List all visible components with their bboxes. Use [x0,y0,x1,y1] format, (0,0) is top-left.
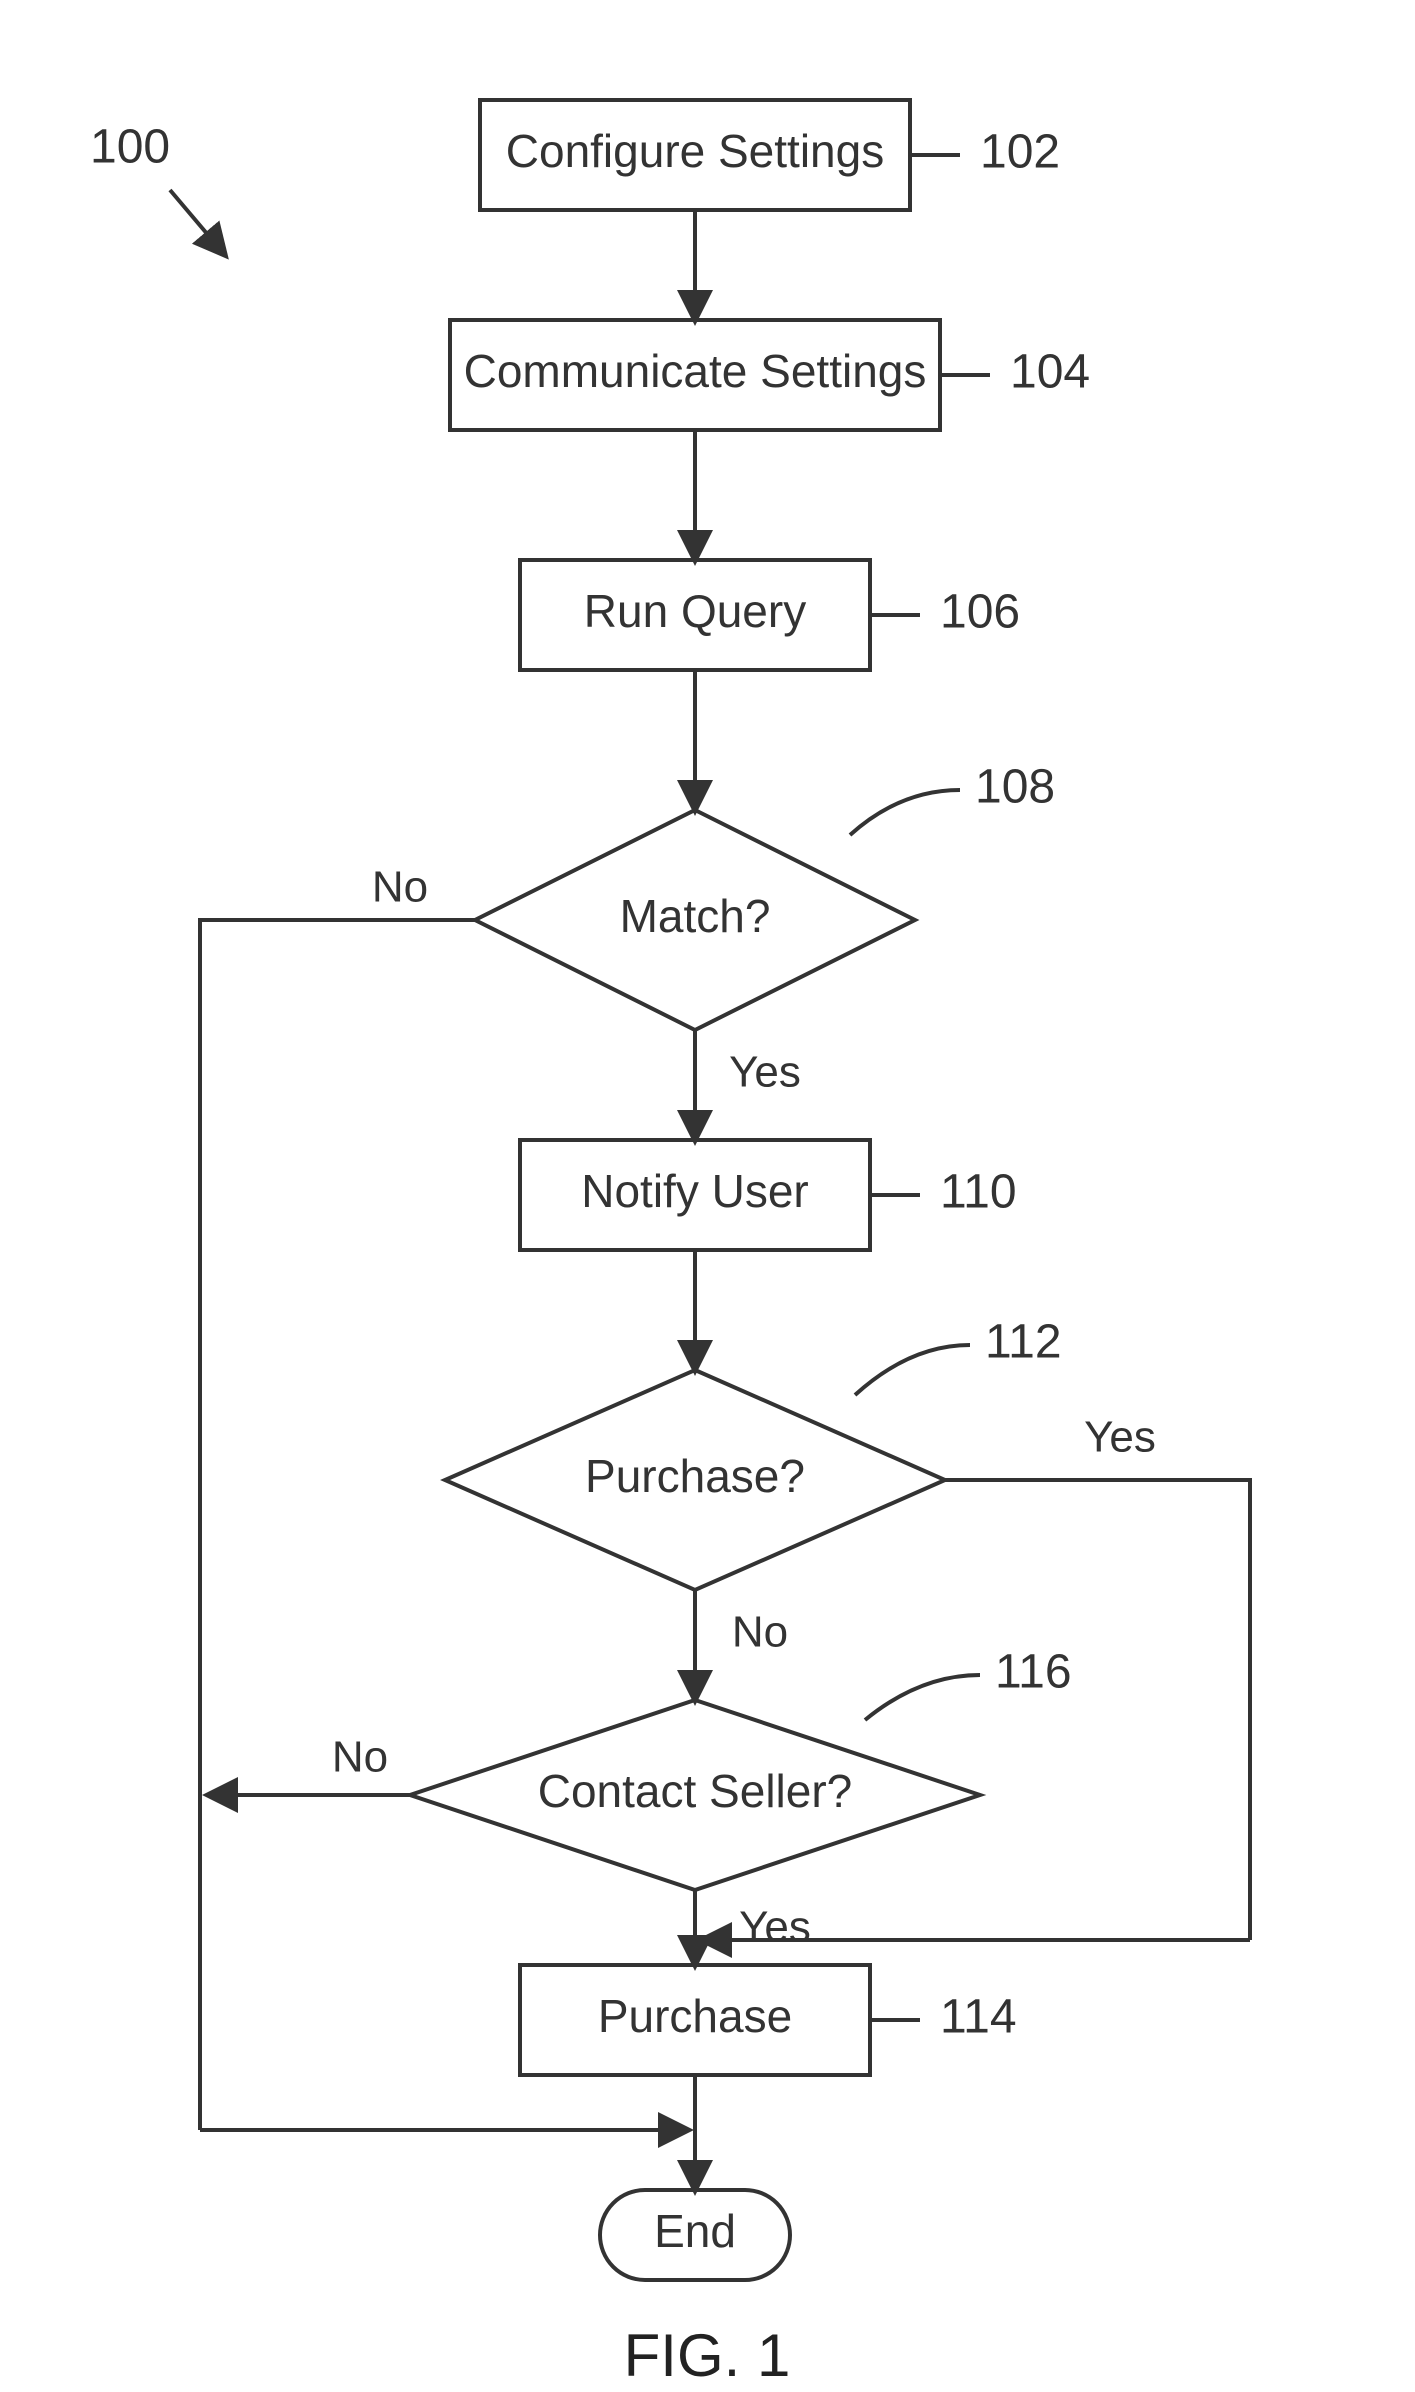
process-purchase-label: Purchase [598,1990,792,2042]
ref-leader-116 [865,1675,980,1720]
ref-leader-112 [855,1345,970,1395]
ref-114: 114 [940,1991,1017,2044]
flowchart-diagram: 100 Configure Settings 102 Communicate S… [0,0,1415,2392]
decision-contact-seller-label: Contact Seller? [538,1765,853,1817]
ref-106: 106 [940,586,1020,639]
ref-110: 110 [940,1166,1017,1219]
figure-caption: FIG. 1 [624,2322,791,2389]
diagram-ref-main: 100 [90,121,170,174]
process-configure-settings-label: Configure Settings [506,125,884,177]
edge-label-contactseller-no: No [332,1733,388,1782]
edge-label-contactseller-yes: Yes [739,1903,811,1952]
decision-match-label: Match? [620,890,771,942]
ref-108: 108 [975,761,1055,814]
ref-102: 102 [980,126,1060,179]
decision-purchase-label: Purchase? [585,1450,805,1502]
process-run-query-label: Run Query [584,585,806,637]
connector-purchaseq-yes [945,1480,1250,1830]
edge-label-match-yes: Yes [729,1048,801,1097]
ref-main-pointer [170,190,225,255]
process-communicate-settings-label: Communicate Settings [464,345,927,397]
ref-116: 116 [995,1646,1072,1699]
edge-label-purchaseq-yes: Yes [1084,1413,1156,1462]
edge-label-purchaseq-no: No [732,1608,788,1657]
ref-leader-108 [850,790,960,835]
connector-match-no [200,920,475,2010]
ref-104: 104 [1010,346,1090,399]
process-notify-user-label: Notify User [581,1165,808,1217]
terminator-end-label: End [654,2205,736,2257]
ref-112: 112 [985,1316,1062,1369]
edge-label-match-no: No [372,863,428,912]
